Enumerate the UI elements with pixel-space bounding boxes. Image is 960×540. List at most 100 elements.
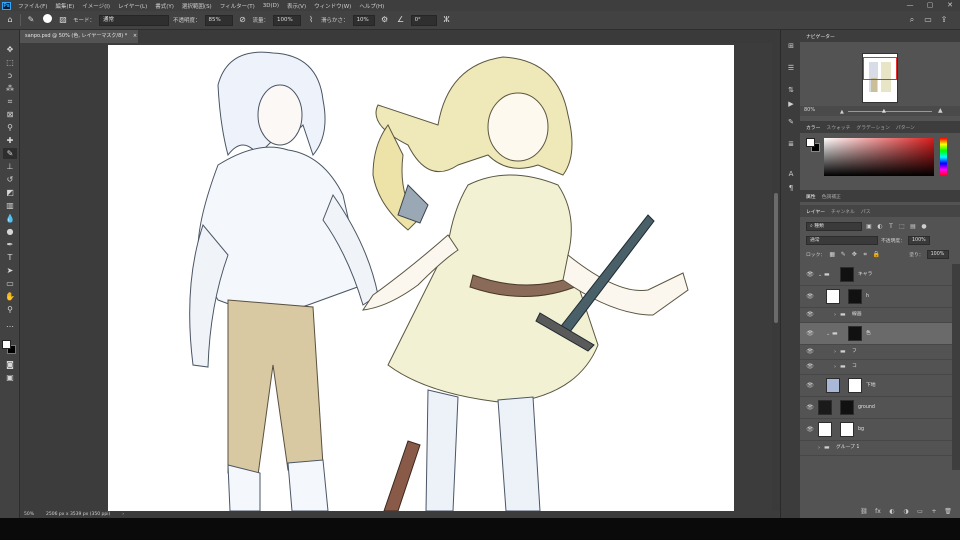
filter-type-icon[interactable]: T (887, 223, 895, 231)
blend-mode-select[interactable]: 通常 (806, 236, 878, 245)
tab-paths[interactable]: パス (861, 208, 871, 215)
eye-icon[interactable]: 👁 (806, 348, 814, 356)
chevron-down-icon[interactable]: ⌄ (818, 272, 823, 278)
menu-select[interactable]: 選択範囲(S) (178, 2, 216, 10)
eye-icon[interactable]: 👁 (806, 293, 814, 301)
smoothing-field[interactable]: 10% (352, 14, 375, 26)
document-tab[interactable]: sanpo.psd @ 50% (色, レイヤーマスク/8) * × (20, 30, 138, 43)
menu-file[interactable]: ファイル(F) (14, 2, 51, 10)
filter-adjustment-icon[interactable]: ◐ (876, 223, 884, 231)
blur-tool-icon[interactable]: 💧 (3, 213, 17, 224)
more-tools-icon[interactable]: … (3, 319, 17, 330)
layer-thumbnail[interactable] (826, 378, 840, 393)
navigator-zoom-value[interactable]: 80% (804, 107, 815, 113)
filter-pixel-icon[interactable]: ▣ (865, 223, 873, 231)
type-tool-icon[interactable]: T (3, 252, 17, 263)
layer-mask-thumbnail[interactable] (840, 400, 854, 415)
foreground-color-swatch[interactable] (2, 340, 11, 349)
home-icon[interactable]: ⌂ (4, 14, 16, 26)
dodge-tool-icon[interactable]: ● (3, 226, 17, 237)
frame-tool-icon[interactable]: ⊠ (3, 109, 17, 120)
trash-icon[interactable]: 🗑 (944, 508, 952, 516)
zoom-in-icon[interactable]: ▲ (938, 107, 943, 114)
layer-mask-thumbnail[interactable] (840, 267, 854, 282)
layer-thumbnail[interactable] (818, 422, 832, 437)
clone-stamp-tool-icon[interactable]: ⊥ (3, 161, 17, 172)
brush-tool-icon[interactable]: ✎ (25, 14, 37, 26)
opacity-field[interactable]: 85% (204, 14, 233, 26)
menu-image[interactable]: イメージ(I) (78, 2, 114, 10)
menu-window[interactable]: ウィンドウ(W) (310, 2, 355, 10)
menu-help[interactable]: ヘルプ(H) (355, 2, 388, 10)
path-select-tool-icon[interactable]: ➤ (3, 265, 17, 276)
lock-transparent-icon[interactable]: ▦ (828, 251, 836, 259)
layer-row[interactable]: 👁 ground (800, 397, 952, 419)
status-arrow-icon[interactable]: › (122, 512, 124, 517)
chevron-down-icon[interactable]: ⌄ (826, 331, 831, 337)
color-picker-field[interactable] (824, 138, 934, 176)
tab-layers[interactable]: レイヤー (806, 208, 825, 215)
symmetry-icon[interactable]: ⵣ (441, 14, 453, 26)
layer-row[interactable]: 👁 › ▬ コ (800, 360, 952, 375)
eye-icon[interactable]: 👁 (806, 330, 814, 338)
info-panel-icon[interactable]: ≣ (785, 138, 797, 150)
eye-icon[interactable]: 👁 (806, 382, 814, 390)
layer-mask-thumbnail[interactable] (848, 378, 862, 393)
layer-mask-thumbnail[interactable] (840, 422, 854, 437)
workspace-icon[interactable]: ▭ (922, 14, 934, 26)
layer-opacity-field[interactable]: 100% (908, 236, 930, 245)
flow-field[interactable]: 100% (273, 14, 302, 26)
navigator-view-frame[interactable] (863, 57, 897, 80)
tab-navigator[interactable]: ナビゲーター (806, 33, 835, 40)
layer-row[interactable]: 👁 h (800, 286, 952, 308)
zoom-out-icon[interactable]: ▲ (840, 109, 844, 115)
tab-adjustments[interactable]: 色調補正 (822, 193, 841, 200)
status-zoom[interactable]: 50% (24, 512, 34, 517)
menu-view[interactable]: 表示(V) (283, 2, 310, 10)
actions-panel-icon[interactable]: ⇅ (785, 84, 797, 96)
close-window-icon[interactable]: ✕ (940, 0, 960, 11)
layer-kind-filter[interactable]: ⌕ 種類 (806, 222, 862, 231)
eye-icon[interactable]: 👁 (806, 363, 814, 371)
chevron-right-icon[interactable]: › (834, 364, 839, 370)
layer-row[interactable]: 👁 › ▬ 線画 (800, 308, 952, 323)
layer-row[interactable]: 👁 › ▬ フ (800, 345, 952, 360)
screen-mode-icon[interactable]: ▣ (3, 372, 17, 383)
lock-artboard-icon[interactable]: ⌗ (861, 251, 869, 259)
share-icon[interactable]: ⇪ (938, 14, 950, 26)
brush-tool-icon[interactable]: ✎ (3, 148, 17, 159)
menu-edit[interactable]: 編集(E) (51, 2, 78, 10)
maximize-icon[interactable]: ▢ (920, 0, 940, 11)
lasso-tool-icon[interactable]: ↄ (3, 70, 17, 81)
eye-icon[interactable]: 👁 (806, 271, 814, 279)
paragraph-panel-icon[interactable]: ¶ (785, 182, 797, 194)
marquee-tool-icon[interactable]: ⬚ (3, 57, 17, 68)
eraser-tool-icon[interactable]: ◩ (3, 187, 17, 198)
document-canvas[interactable] (108, 45, 734, 511)
layer-thumbnail[interactable] (818, 400, 832, 415)
eye-hidden-icon[interactable] (806, 444, 814, 452)
lock-paint-icon[interactable]: ✎ (839, 251, 847, 259)
gradient-tool-icon[interactable]: ▥ (3, 200, 17, 211)
menu-layer[interactable]: レイヤー(L) (114, 2, 151, 10)
link-layers-icon[interactable]: ⛓ (860, 508, 868, 516)
play-panel-icon[interactable]: ▶ (785, 98, 797, 110)
navigator-thumbnail[interactable] (862, 53, 898, 103)
chevron-right-icon[interactable]: › (834, 349, 839, 355)
adjustment-layer-icon[interactable]: ◑ (902, 508, 910, 516)
pen-tool-icon[interactable]: ✒ (3, 239, 17, 250)
menu-3d[interactable]: 3D(D) (259, 3, 283, 9)
eye-icon[interactable]: 👁 (806, 426, 814, 434)
pressure-opacity-icon[interactable]: ⊘ (237, 14, 249, 26)
character-panel-icon[interactable]: A (785, 168, 797, 180)
brush-preset-picker[interactable] (41, 14, 53, 26)
layer-row[interactable]: 👁 bg (800, 419, 952, 441)
layers-scrollbar[interactable] (952, 264, 960, 470)
close-tab-icon[interactable]: × (133, 33, 137, 39)
layer-row-selected[interactable]: 👁 ⌄ ▬ 色 (800, 323, 952, 345)
tab-channels[interactable]: チャンネル (831, 208, 855, 215)
rectangle-tool-icon[interactable]: ▭ (3, 278, 17, 289)
adjustments-panel-icon[interactable]: ☰ (785, 62, 797, 74)
layer-mask-thumbnail[interactable] (848, 326, 862, 341)
fill-field[interactable]: 100% (926, 250, 949, 259)
